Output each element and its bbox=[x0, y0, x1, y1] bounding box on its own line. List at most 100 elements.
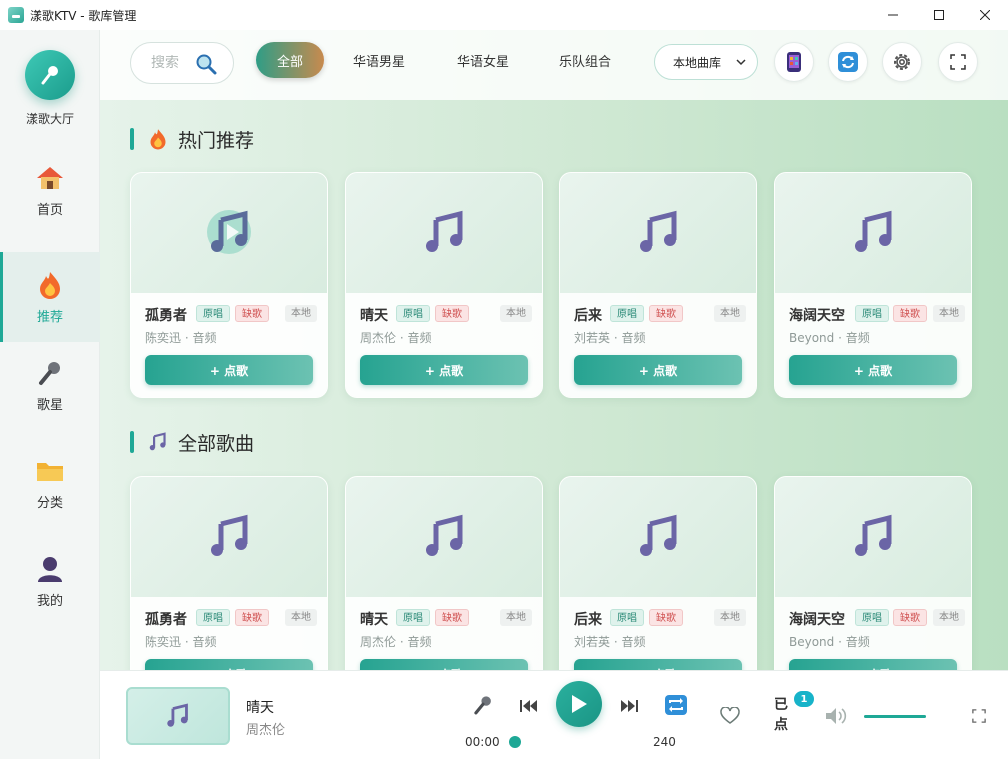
sidebar-item-label: 歌星 bbox=[36, 397, 63, 413]
song-card[interactable]: 后来 原唱 缺歌 本地 刘若英 · 音频 + 点歌 bbox=[559, 476, 757, 670]
song-meta: 刘若英 · 音频 bbox=[574, 635, 646, 649]
now-playing-cover[interactable] bbox=[126, 687, 230, 745]
original-tag: 原唱 bbox=[196, 609, 230, 626]
window-controls bbox=[870, 0, 1008, 30]
order-song-button[interactable]: + 点歌 bbox=[360, 355, 528, 385]
ordered-queue-button[interactable]: 已点 bbox=[774, 695, 794, 735]
song-card[interactable]: 海阔天空 原唱 缺歌 本地 Beyond · 音频 + 点歌 bbox=[774, 476, 972, 670]
tab-bands[interactable]: 乐队组合 bbox=[546, 42, 624, 78]
chevron-down-icon bbox=[736, 59, 746, 66]
play-button[interactable] bbox=[556, 681, 602, 727]
section-accent-bar bbox=[130, 431, 134, 453]
missing-tag: 缺歌 bbox=[435, 305, 469, 322]
previous-button[interactable] bbox=[518, 695, 540, 717]
music-note-icon bbox=[167, 703, 188, 727]
brand[interactable]: 漾歌大厅 bbox=[0, 50, 100, 127]
sidebar-item-singers[interactable]: 歌星 bbox=[0, 340, 100, 430]
tab-male-singers[interactable]: 华语男星 bbox=[340, 42, 418, 78]
phone-button[interactable] bbox=[774, 42, 814, 82]
song-info: 海阔天空 原唱 缺歌 本地 Beyond · 音频 + 点歌 bbox=[775, 293, 971, 397]
brand-label: 漾歌大厅 bbox=[25, 112, 74, 126]
volume-slider[interactable] bbox=[864, 715, 926, 718]
song-title: 孤勇者 bbox=[145, 612, 187, 628]
music-note-icon bbox=[211, 514, 248, 556]
song-info: 后来 原唱 缺歌 本地 刘若英 · 音频 + 点歌 bbox=[560, 293, 756, 397]
song-meta: Beyond · 音频 bbox=[789, 635, 870, 649]
queue-count-badge: 1 bbox=[794, 691, 814, 707]
order-song-button[interactable]: + 点歌 bbox=[145, 659, 313, 670]
sidebar-item-mine[interactable]: 我的 bbox=[0, 536, 100, 626]
order-song-button[interactable]: + 点歌 bbox=[360, 659, 528, 670]
song-title: 海阔天空 bbox=[789, 308, 845, 324]
sidebar-item-category[interactable]: 分类 bbox=[0, 438, 100, 528]
next-button[interactable] bbox=[618, 695, 640, 717]
missing-tag: 缺歌 bbox=[235, 609, 269, 626]
song-cover bbox=[131, 173, 327, 293]
close-icon bbox=[980, 10, 990, 20]
song-card[interactable]: 晴天 原唱 缺歌 本地 周杰伦 · 音频 + 点歌 bbox=[345, 476, 543, 670]
sync-icon bbox=[838, 52, 858, 72]
volume-icon bbox=[826, 708, 847, 724]
sync-button[interactable] bbox=[828, 42, 868, 82]
fullscreen-button[interactable] bbox=[938, 42, 978, 82]
maximize-button[interactable] bbox=[916, 0, 962, 30]
search-box[interactable] bbox=[130, 42, 234, 84]
library-select[interactable]: 本地曲库 bbox=[654, 44, 758, 80]
original-tag: 原唱 bbox=[196, 305, 230, 322]
microphone-icon bbox=[35, 358, 65, 388]
player-fullscreen-button[interactable] bbox=[970, 707, 988, 725]
duration: 240 bbox=[653, 735, 676, 749]
tab-all[interactable]: 全部 bbox=[256, 42, 324, 78]
minimize-icon bbox=[888, 14, 898, 16]
song-card[interactable]: 孤勇者 原唱 缺歌 本地 陈奕迅 · 音频 + 点歌 bbox=[130, 172, 328, 398]
song-meta: 刘若英 · 音频 bbox=[574, 331, 646, 345]
order-song-button[interactable]: + 点歌 bbox=[574, 659, 742, 670]
missing-tag: 缺歌 bbox=[435, 609, 469, 626]
order-song-button[interactable]: + 点歌 bbox=[789, 659, 957, 670]
song-card[interactable]: 后来 原唱 缺歌 本地 刘若英 · 音频 + 点歌 bbox=[559, 172, 757, 398]
song-cover bbox=[775, 173, 971, 293]
search-input[interactable] bbox=[151, 55, 191, 71]
house-icon bbox=[35, 163, 65, 193]
user-icon bbox=[35, 554, 65, 584]
player-bar: 晴天 周杰伦 00:00 240 已点 1 bbox=[100, 670, 1008, 759]
song-card[interactable]: 孤勇者 原唱 缺歌 本地 陈奕迅 · 音频 + 点歌 bbox=[130, 476, 328, 670]
phone-icon bbox=[787, 52, 801, 72]
order-song-button[interactable]: + 点歌 bbox=[145, 355, 313, 385]
song-card[interactable]: 海阔天空 原唱 缺歌 本地 Beyond · 音频 + 点歌 bbox=[774, 172, 972, 398]
microphone-logo-icon bbox=[25, 50, 75, 100]
order-song-button[interactable]: + 点歌 bbox=[574, 355, 742, 385]
song-cover bbox=[346, 173, 542, 293]
original-tag: 原唱 bbox=[855, 305, 889, 322]
tab-female-singers[interactable]: 华语女星 bbox=[444, 42, 522, 78]
sidebar-item-recommend[interactable]: 推荐 bbox=[0, 252, 100, 342]
settings-button[interactable] bbox=[882, 42, 922, 82]
vocal-toggle-button[interactable] bbox=[470, 693, 496, 717]
fullscreen-icon bbox=[972, 709, 986, 723]
song-card[interactable]: 晴天 原唱 缺歌 本地 周杰伦 · 音频 + 点歌 bbox=[345, 172, 543, 398]
song-cover bbox=[775, 477, 971, 597]
order-song-button[interactable]: + 点歌 bbox=[789, 355, 957, 385]
song-meta: Beyond · 音频 bbox=[789, 331, 870, 345]
song-cover bbox=[346, 477, 542, 597]
search-icon[interactable] bbox=[195, 53, 217, 75]
repeat-button[interactable] bbox=[664, 693, 688, 717]
volume-button[interactable] bbox=[824, 705, 848, 727]
sidebar-item-home[interactable]: 首页 bbox=[0, 145, 100, 235]
play-icon bbox=[572, 695, 587, 713]
song-info: 孤勇者 原唱 缺歌 本地 陈奕迅 · 音频 + 点歌 bbox=[131, 597, 327, 670]
local-tag: 本地 bbox=[933, 305, 965, 322]
song-info: 海阔天空 原唱 缺歌 本地 Beyond · 音频 + 点歌 bbox=[775, 597, 971, 670]
close-button[interactable] bbox=[962, 0, 1008, 30]
progress-handle[interactable] bbox=[509, 736, 521, 748]
now-playing-title: 晴天 bbox=[246, 700, 274, 716]
local-tag: 本地 bbox=[933, 609, 965, 626]
flame-icon bbox=[35, 270, 65, 300]
song-info: 晴天 原唱 缺歌 本地 周杰伦 · 音频 + 点歌 bbox=[346, 293, 542, 397]
minimize-button[interactable] bbox=[870, 0, 916, 30]
title-bar: 漾歌KTV - 歌库管理 bbox=[0, 0, 1008, 30]
song-info: 孤勇者 原唱 缺歌 本地 陈奕迅 · 音频 + 点歌 bbox=[131, 293, 327, 397]
flame-icon bbox=[148, 129, 168, 150]
original-tag: 原唱 bbox=[396, 609, 430, 626]
favorite-button[interactable] bbox=[718, 705, 742, 727]
